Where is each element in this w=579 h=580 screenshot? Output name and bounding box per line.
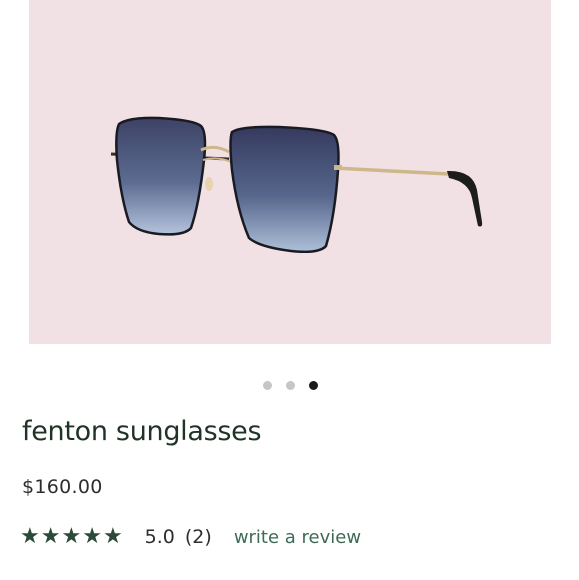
star-icon: ★ [102, 524, 123, 549]
carousel-dot[interactable] [263, 381, 272, 390]
carousel-dot[interactable] [286, 381, 295, 390]
write-review-link[interactable]: write a review [234, 527, 361, 548]
product-title: fenton sunglasses [22, 416, 262, 447]
star-icon: ★ [40, 524, 61, 549]
product-price: $160.00 [22, 476, 103, 498]
star-icon: ★ [20, 524, 40, 549]
product-image[interactable] [29, 0, 551, 344]
sunglasses-illustration [110, 116, 483, 254]
rating-row: ★ ★ ★ ★ ★ 5.0 (2) write a review [20, 524, 361, 550]
rating-value: 5.0 [144, 526, 175, 548]
star-icon: ★ [82, 524, 102, 549]
carousel-dot-active[interactable] [309, 381, 318, 390]
star-icon: ★ [61, 524, 82, 549]
product-page: fenton sunglasses $160.00 ★ ★ ★ ★ ★ 5.0 … [0, 0, 579, 580]
rating-count[interactable]: (2) [185, 526, 212, 548]
carousel-indicator [263, 381, 318, 390]
star-rating[interactable]: ★ ★ ★ ★ ★ [20, 524, 123, 550]
